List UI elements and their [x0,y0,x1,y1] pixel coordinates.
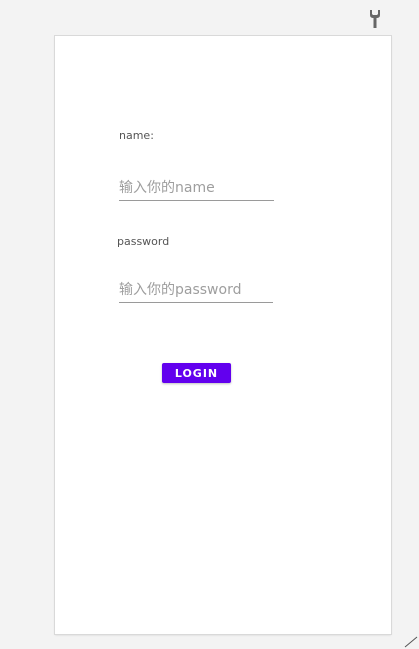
device-preview-screen: name: password LOGIN [55,36,391,634]
password-label: password [117,235,170,248]
password-input[interactable] [119,278,273,303]
resize-handle-icon[interactable] [404,636,418,648]
wrench-icon[interactable] [367,9,383,29]
login-button[interactable]: LOGIN [162,363,231,383]
name-label: name: [119,129,154,142]
name-input[interactable] [119,176,274,201]
editor-canvas: name: password LOGIN [0,0,419,649]
